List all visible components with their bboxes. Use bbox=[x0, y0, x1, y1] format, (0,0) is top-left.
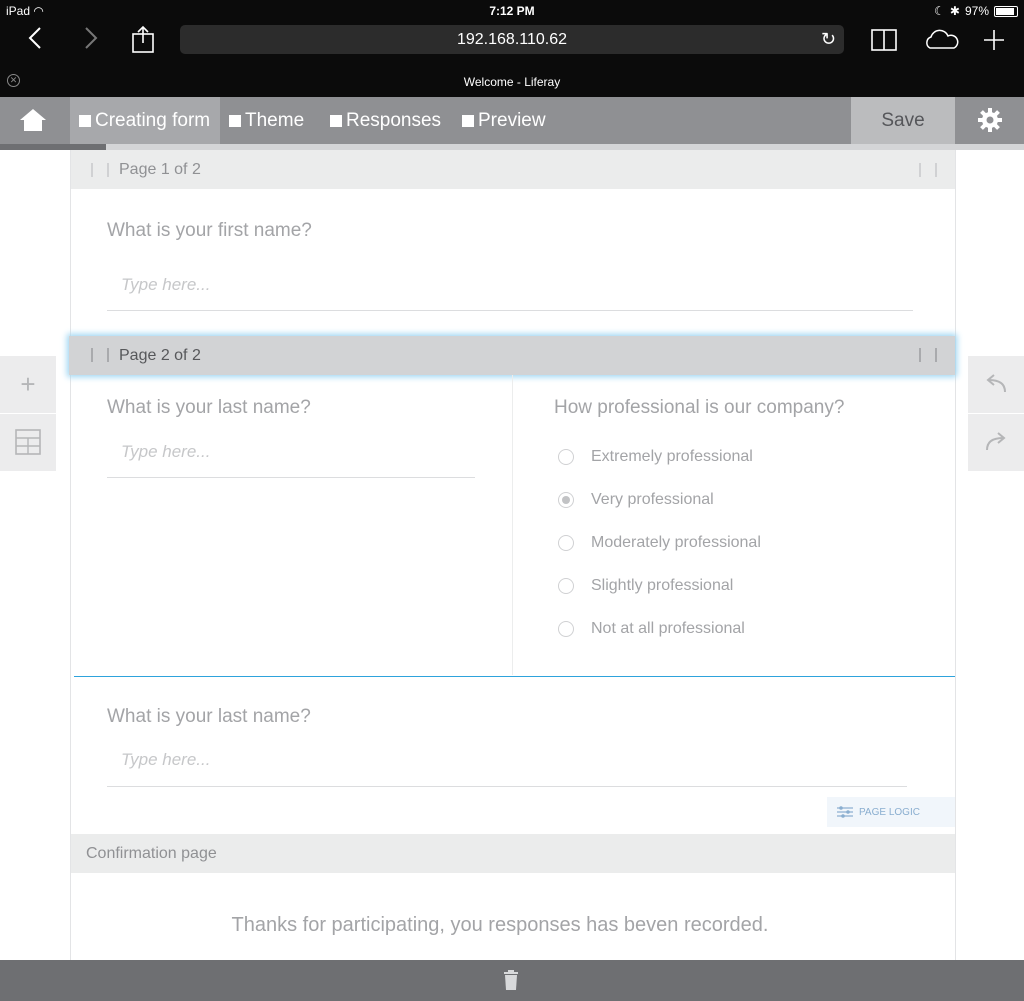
radio-button[interactable] bbox=[558, 535, 574, 551]
reload-icon[interactable]: ↻ bbox=[821, 25, 836, 54]
new-tab-icon[interactable] bbox=[982, 28, 1006, 57]
radio-button[interactable] bbox=[558, 449, 574, 465]
option-label: Extremely professional bbox=[591, 448, 753, 465]
add-field-button[interactable]: + bbox=[0, 356, 56, 413]
bookmarks-icon[interactable] bbox=[870, 27, 898, 58]
tab-preview[interactable]: Preview bbox=[462, 97, 546, 144]
last-name-input[interactable]: Type here... bbox=[121, 442, 210, 462]
page-1-title: Page 1 of 2 bbox=[119, 161, 201, 178]
first-name-underline bbox=[107, 310, 913, 311]
confirmation-title: Confirmation page bbox=[86, 845, 217, 862]
confirmation-message: Thanks for participating, you responses … bbox=[231, 914, 769, 936]
option-extremely[interactable]: Extremely professional bbox=[558, 448, 753, 466]
last-name-label: What is your last name? bbox=[107, 397, 311, 418]
first-name-input[interactable]: Type here... bbox=[121, 275, 210, 295]
share-icon[interactable] bbox=[130, 25, 156, 60]
radio-button-selected[interactable] bbox=[558, 492, 574, 508]
undo-button[interactable] bbox=[968, 356, 1024, 413]
gear-icon bbox=[978, 108, 1002, 132]
first-name-label: What is your first name? bbox=[107, 220, 312, 241]
form-builder-toolbar: Creating form Theme Responses Preview Sa… bbox=[0, 97, 1024, 144]
option-slightly[interactable]: Slightly professional bbox=[558, 577, 733, 595]
option-label: Moderately professional bbox=[591, 534, 761, 551]
page-2-header[interactable]: Page 2 of 2 bbox=[69, 336, 955, 375]
option-label: Not at all professional bbox=[591, 620, 745, 637]
tab-label: Responses bbox=[346, 110, 442, 131]
moon-icon: ☾ bbox=[934, 4, 945, 18]
option-label: Slightly professional bbox=[591, 577, 734, 594]
bluetooth-icon: ✱ bbox=[949, 4, 960, 18]
home-button[interactable] bbox=[0, 97, 66, 144]
redo-button[interactable] bbox=[968, 414, 1024, 471]
page-logic-label: PAGE LOGIC bbox=[859, 806, 920, 818]
radio-button[interactable] bbox=[558, 578, 574, 594]
column-divider bbox=[512, 375, 513, 675]
page-1-header[interactable]: Page 1 of 2 bbox=[71, 150, 955, 189]
cloud-tabs-icon[interactable] bbox=[922, 28, 960, 57]
radio-button[interactable] bbox=[558, 621, 574, 637]
drag-handle-icon[interactable] bbox=[91, 348, 109, 362]
undo-icon bbox=[986, 374, 1006, 393]
form-canvas: Page 1 of 2 What is your first name? Typ… bbox=[69, 150, 956, 960]
ios-status-bar: iPad ◠ 7:12 PM ☾ ✱ 97% bbox=[0, 0, 1024, 22]
option-moderately[interactable]: Moderately professional bbox=[558, 534, 761, 552]
bottom-action-bar bbox=[0, 960, 1024, 1001]
tab-label: Theme bbox=[245, 110, 305, 131]
tab-creating-form[interactable]: Creating form bbox=[70, 97, 220, 144]
url-text: 192.168.110.62 bbox=[456, 31, 568, 48]
checkbox-icon bbox=[462, 114, 474, 127]
option-not-at-all[interactable]: Not at all professional bbox=[558, 620, 745, 638]
safari-toolbar: 192.168.110.62 ↻ bbox=[0, 22, 1024, 66]
checkbox-icon bbox=[330, 114, 342, 127]
professional-question-label: How professional is our company? bbox=[554, 397, 845, 418]
last-name-underline bbox=[107, 477, 475, 478]
url-bar[interactable]: 192.168.110.62 ↻ bbox=[180, 25, 844, 54]
tab-label: Preview bbox=[478, 110, 546, 131]
save-button[interactable]: Save bbox=[851, 97, 955, 144]
add-layout-button[interactable] bbox=[0, 414, 56, 471]
option-label: Very professional bbox=[591, 491, 714, 508]
tab-label: Creating form bbox=[95, 110, 211, 131]
forward-icon[interactable] bbox=[82, 22, 100, 61]
tab-theme[interactable]: Theme bbox=[229, 97, 304, 144]
drag-handle-icon[interactable] bbox=[919, 163, 937, 177]
last-name-underline-2 bbox=[107, 786, 907, 787]
drag-handle-icon[interactable] bbox=[919, 348, 937, 362]
last-name-input-2[interactable]: Type here... bbox=[121, 750, 210, 770]
back-icon[interactable] bbox=[26, 22, 44, 61]
row-drop-indicator bbox=[74, 676, 955, 677]
confirmation-header: Confirmation page bbox=[71, 834, 955, 873]
status-time: 7:12 PM bbox=[489, 4, 535, 18]
page-2-title: Page 2 of 2 bbox=[119, 347, 201, 364]
checkbox-icon bbox=[229, 114, 241, 127]
option-very[interactable]: Very professional bbox=[558, 491, 714, 509]
page-logic-button[interactable]: PAGE LOGIC bbox=[827, 797, 955, 827]
plus-icon: + bbox=[20, 369, 36, 399]
settings-button[interactable] bbox=[956, 97, 1024, 144]
redo-icon bbox=[986, 432, 1006, 451]
status-right: ☾ ✱ 97% bbox=[934, 4, 1018, 18]
grid-icon bbox=[15, 429, 41, 455]
battery-percent: 97% bbox=[964, 4, 989, 18]
browser-tab-bar: ✕ Welcome - Liferay bbox=[0, 66, 1024, 97]
trash-icon[interactable] bbox=[503, 970, 519, 990]
drag-handle-icon[interactable] bbox=[91, 163, 109, 177]
last-name-label-2: What is your last name? bbox=[107, 706, 311, 727]
sliders-icon bbox=[837, 806, 853, 818]
tab-responses[interactable]: Responses bbox=[330, 97, 441, 144]
tab-title: Welcome - Liferay bbox=[463, 75, 561, 89]
checkbox-icon bbox=[79, 114, 91, 127]
battery-icon bbox=[994, 5, 1018, 17]
home-icon bbox=[20, 109, 46, 131]
